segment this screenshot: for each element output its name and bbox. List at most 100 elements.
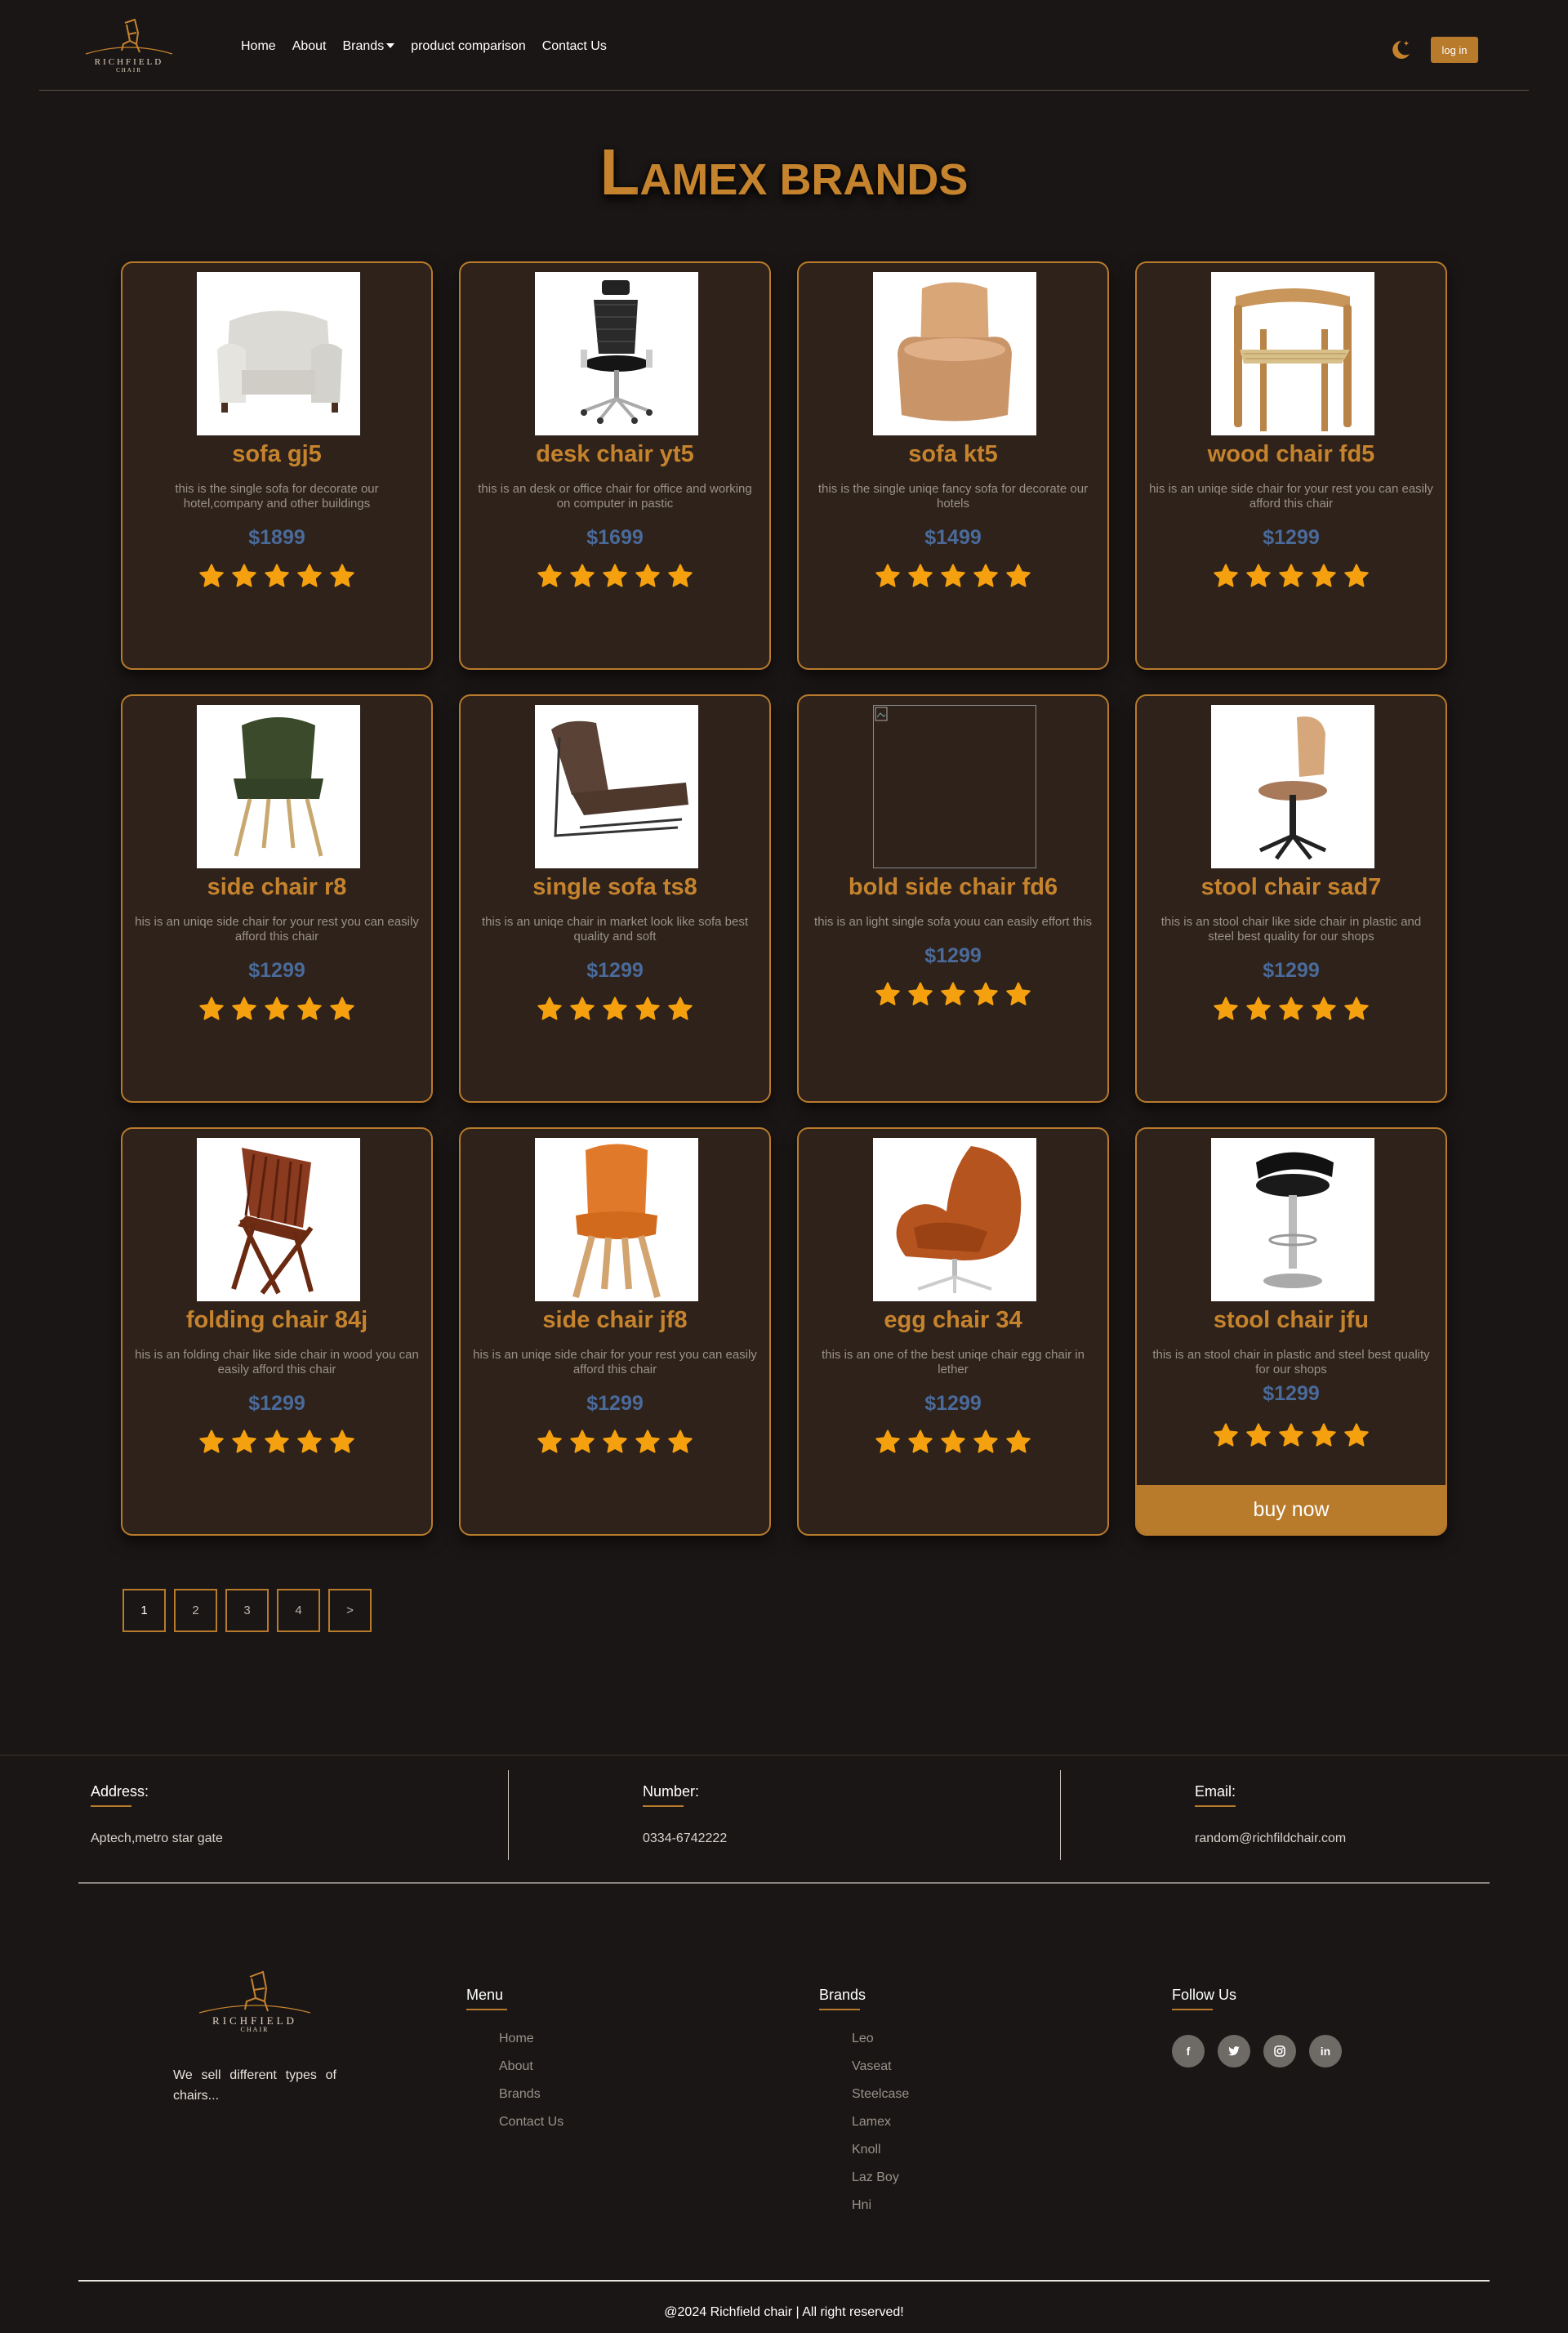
- product-name[interactable]: single sofa ts8: [461, 874, 769, 901]
- product-description: his is an uniqe side chair for your rest…: [135, 915, 419, 943]
- product-image[interactable]: [197, 272, 360, 435]
- product-name[interactable]: side chair r8: [122, 874, 431, 901]
- product-name[interactable]: wood chair fd5: [1137, 441, 1446, 468]
- product-image[interactable]: [535, 272, 698, 435]
- product-image[interactable]: [197, 705, 360, 868]
- broken-image-icon[interactable]: [873, 705, 1036, 868]
- product-card[interactable]: sofa kt5 this is the single uniqe fancy …: [797, 261, 1109, 670]
- star-icon: [232, 997, 256, 1020]
- nav-brands-dropdown[interactable]: Brands: [343, 39, 395, 54]
- footer-brand-knoll[interactable]: Knoll: [852, 2143, 909, 2170]
- product-name[interactable]: stool chair jfu: [1137, 1307, 1446, 1334]
- product-card[interactable]: stool chair sad7 this is an stool chair …: [1135, 694, 1447, 1103]
- nav-about[interactable]: About: [292, 39, 327, 54]
- product-image[interactable]: [535, 1138, 698, 1301]
- product-name[interactable]: sofa kt5: [799, 441, 1107, 468]
- star-icon: [1246, 997, 1271, 1020]
- email-value[interactable]: random@richfildchair.com: [1195, 1831, 1346, 1846]
- star-icon: [1214, 1423, 1238, 1447]
- moon-stars-icon[interactable]: [1388, 38, 1411, 62]
- star-icon: [330, 997, 354, 1020]
- product-card[interactable]: wood chair fd5 his is an uniqe side chai…: [1135, 261, 1447, 670]
- footer-link-home[interactable]: Home: [499, 2032, 564, 2059]
- nav-home[interactable]: Home: [241, 39, 276, 54]
- product-card[interactable]: bold side chair fd6 this is an light sin…: [797, 694, 1109, 1103]
- product-image[interactable]: [535, 705, 698, 868]
- product-price: $1699: [586, 526, 644, 549]
- star-icon: [199, 997, 224, 1020]
- footer-brand-hni[interactable]: Hni: [852, 2198, 909, 2226]
- nav-contact-us[interactable]: Contact Us: [542, 39, 607, 54]
- footer-brand-lazboy[interactable]: Laz Boy: [852, 2170, 909, 2198]
- star-icon: [265, 564, 289, 587]
- product-name[interactable]: desk chair yt5: [461, 441, 769, 468]
- star-icon: [1214, 564, 1238, 587]
- product-card[interactable]: sofa gj5 this is the single sofa for dec…: [121, 261, 433, 670]
- linkedin-icon[interactable]: in: [1309, 2035, 1342, 2068]
- egg-chair-image: [873, 1138, 1036, 1301]
- product-price: $1299: [924, 944, 982, 967]
- product-name[interactable]: sofa gj5: [122, 441, 431, 468]
- star-icon: [199, 564, 224, 587]
- nav-product-comparison[interactable]: product comparison: [411, 39, 526, 54]
- footer-brand-leo[interactable]: Leo: [852, 2032, 909, 2059]
- footer-link-brands[interactable]: Brands: [499, 2087, 564, 2115]
- contact-strip: Address: Aptech,metro star gate Number: …: [0, 1755, 1568, 1884]
- footer-brand-steelcase[interactable]: Steelcase: [852, 2087, 909, 2115]
- pagination: 1 2 3 4 >: [122, 1589, 372, 1632]
- product-price: $1299: [1263, 959, 1320, 982]
- brand-logo[interactable]: RICHFIELD CHAIR: [84, 16, 174, 78]
- product-card-hovered[interactable]: stool chair jfu this is an stool chair i…: [1135, 1127, 1447, 1536]
- green-chair-image: [197, 705, 360, 868]
- page-button-2[interactable]: 2: [174, 1589, 217, 1632]
- twitter-icon[interactable]: [1218, 2035, 1250, 2068]
- address-label: Address:: [91, 1783, 149, 1807]
- product-image[interactable]: [197, 1138, 360, 1301]
- star-icon: [1246, 564, 1271, 587]
- star-icon: [908, 982, 933, 1006]
- page-button-4[interactable]: 4: [277, 1589, 320, 1632]
- product-description: this is the single uniqe fancy sofa for …: [817, 482, 1089, 511]
- instagram-icon[interactable]: [1263, 2035, 1296, 2068]
- orange-chair-image: [535, 1138, 698, 1301]
- star-icon: [875, 1430, 900, 1453]
- product-card[interactable]: single sofa ts8 this is an uniqe chair i…: [459, 694, 771, 1103]
- folding-chair-image: [197, 1138, 360, 1301]
- product-image[interactable]: [1211, 1138, 1374, 1301]
- instagram-glyph: [1274, 2045, 1285, 2057]
- product-image[interactable]: [1211, 272, 1374, 435]
- rating-stars: [1137, 563, 1446, 589]
- page-button-1[interactable]: 1: [122, 1589, 166, 1632]
- footer-brand-lamex[interactable]: Lamex: [852, 2115, 909, 2143]
- product-name[interactable]: folding chair 84j: [122, 1307, 431, 1334]
- star-icon: [232, 1430, 256, 1453]
- footer-logo-subtext: CHAIR: [240, 2026, 270, 2033]
- facebook-icon[interactable]: f: [1172, 2035, 1205, 2068]
- buy-now-button[interactable]: buy now: [1137, 1485, 1446, 1534]
- product-card[interactable]: folding chair 84j his is an folding chai…: [121, 1127, 433, 1536]
- product-name[interactable]: egg chair 34: [799, 1307, 1107, 1334]
- product-description: his is an uniqe side chair for your rest…: [1149, 482, 1433, 511]
- product-name[interactable]: side chair jf8: [461, 1307, 769, 1334]
- product-card[interactable]: side chair jf8 his is an uniqe side chai…: [459, 1127, 771, 1536]
- footer-link-about[interactable]: About: [499, 2059, 564, 2087]
- product-card[interactable]: side chair r8 his is an uniqe side chair…: [121, 694, 433, 1103]
- product-image[interactable]: [873, 272, 1036, 435]
- page-button-3[interactable]: 3: [225, 1589, 269, 1632]
- next-page-button[interactable]: >: [328, 1589, 372, 1632]
- rating-stars: [1137, 996, 1446, 1022]
- office-chair-image: [535, 272, 698, 435]
- footer-brand-vaseat[interactable]: Vaseat: [852, 2059, 909, 2087]
- login-button[interactable]: log in: [1431, 37, 1478, 63]
- product-image[interactable]: [873, 1138, 1036, 1301]
- product-name[interactable]: stool chair sad7: [1137, 874, 1446, 901]
- number-block: Number: 0334-6742222: [643, 1783, 727, 1846]
- footer-brands-title: Brands: [819, 1987, 866, 2010]
- footer-logo[interactable]: RICHFIELD CHAIR: [198, 1967, 312, 2041]
- product-card[interactable]: egg chair 34 this is an one of the best …: [797, 1127, 1109, 1536]
- star-icon: [1279, 564, 1303, 587]
- footer-link-contact[interactable]: Contact Us: [499, 2115, 564, 2143]
- product-card[interactable]: desk chair yt5 this is an desk or office…: [459, 261, 771, 670]
- product-image[interactable]: [1211, 705, 1374, 868]
- product-name[interactable]: bold side chair fd6: [799, 874, 1107, 901]
